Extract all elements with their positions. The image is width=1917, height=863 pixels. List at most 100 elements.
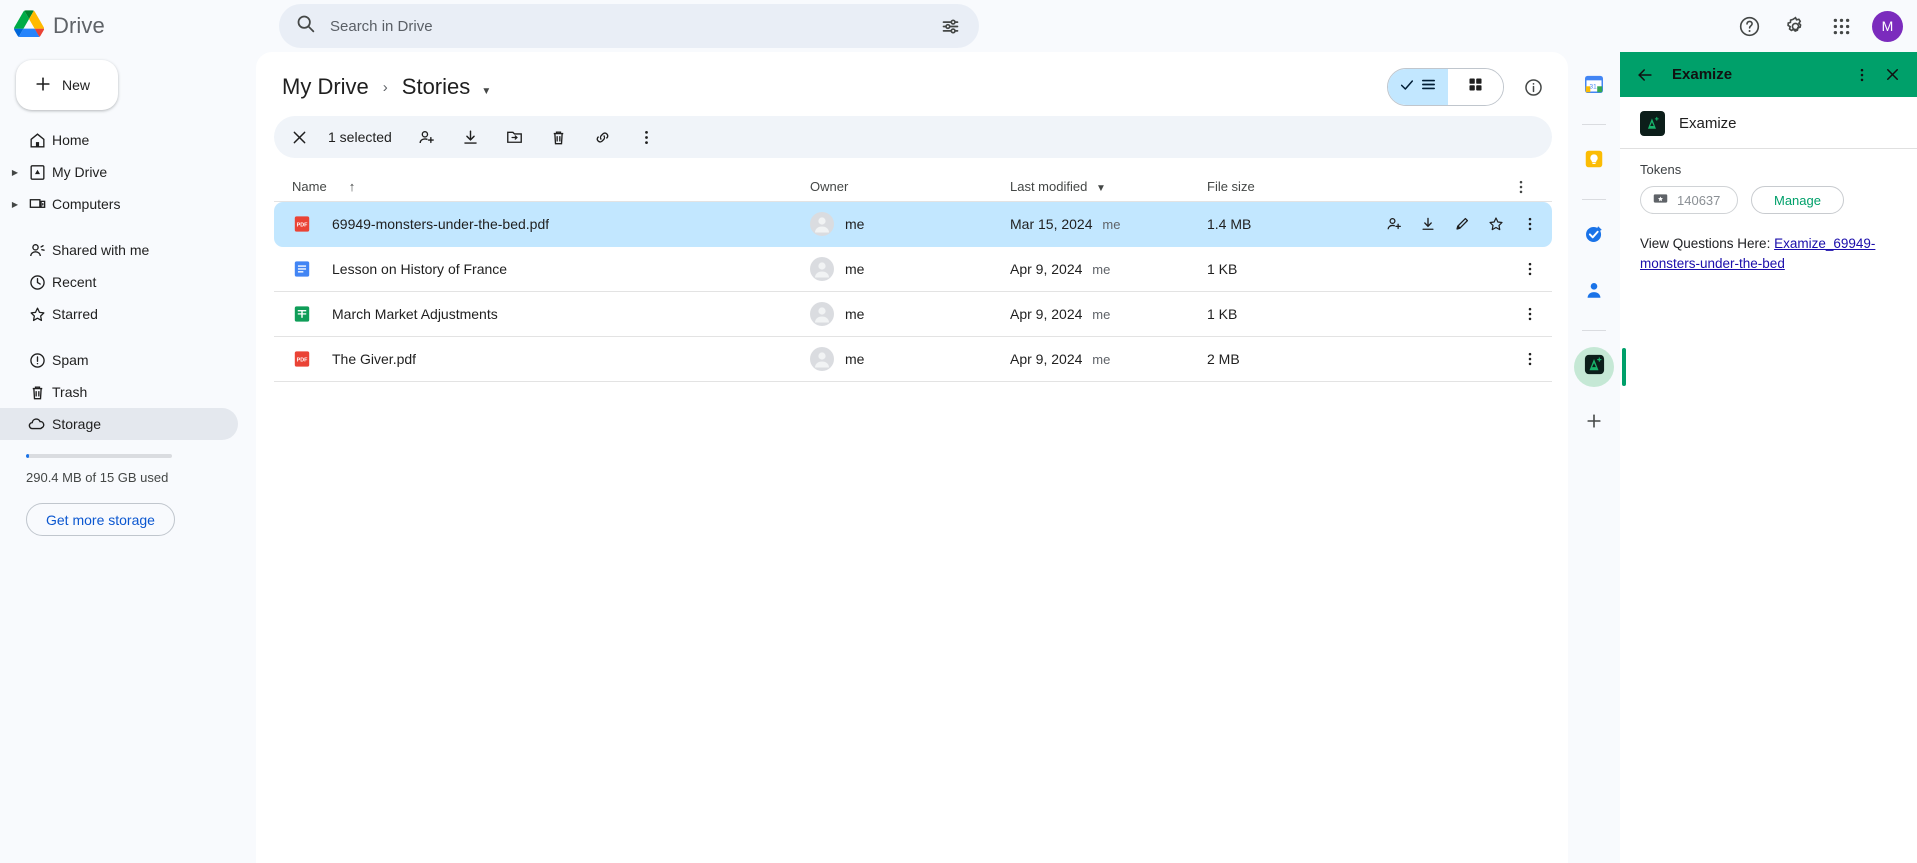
move-to-folder-button[interactable]: [496, 118, 534, 156]
file-table: Name ↑ Owner Last modified ▼ File size P…: [274, 172, 1552, 863]
rail-divider: [1582, 330, 1606, 331]
table-row[interactable]: PDF The Giver.pdf me Apr 9, 2024 me 2 MB: [274, 337, 1552, 382]
panel-close-button[interactable]: [1877, 60, 1907, 90]
column-header-name-label: Name: [292, 179, 327, 194]
app-body: New Home ▶ My Drive ▶ Computers Shared w…: [0, 52, 1917, 863]
sidebar-item-shared-with-me[interactable]: Shared with me: [0, 234, 238, 266]
search-input[interactable]: [328, 16, 919, 36]
plus-icon: [1584, 411, 1604, 436]
grid-view-button[interactable]: [1448, 69, 1503, 105]
row-share-button[interactable]: [1378, 208, 1410, 240]
expand-caret-icon[interactable]: ▶: [8, 200, 22, 209]
delete-button[interactable]: [540, 118, 578, 156]
column-header-last-modified[interactable]: Last modified ▼: [1010, 179, 1207, 194]
file-size-cell: 1 KB: [1207, 306, 1238, 322]
expand-caret-icon[interactable]: ▶: [8, 168, 22, 177]
file-modified-date: Apr 9, 2024: [1010, 261, 1083, 277]
search-options-icon[interactable]: [931, 7, 969, 45]
nav-gap: [0, 330, 238, 344]
sidebar-item-label: Shared with me: [52, 242, 150, 258]
apps-grid-icon[interactable]: [1822, 7, 1860, 45]
share-button[interactable]: [408, 118, 446, 156]
drive-app: Drive Search in Drive M New Home ▶ My Dr…: [0, 0, 1917, 863]
new-button[interactable]: New: [16, 60, 118, 110]
manage-tokens-button[interactable]: Manage: [1751, 186, 1844, 214]
get-link-button[interactable]: [584, 118, 622, 156]
panel-title: Examize: [1672, 66, 1733, 83]
table-header-row: Name ↑ Owner Last modified ▼ File size: [274, 172, 1552, 202]
sidebar-item-computers[interactable]: ▶ Computers: [0, 188, 238, 220]
breadcrumb-current-folder[interactable]: Stories ▼: [394, 70, 500, 104]
file-owner-label: me: [845, 261, 865, 277]
row-more-button[interactable]: [1514, 253, 1546, 285]
column-header-file-size[interactable]: File size: [1207, 179, 1377, 194]
file-modified-cell: Mar 15, 2024 me: [1010, 216, 1207, 232]
brand-title: Drive: [53, 13, 105, 38]
search-bar[interactable]: [279, 4, 979, 48]
file-modified-by: me: [1102, 217, 1121, 232]
file-name-cell: Lesson on History of France: [274, 259, 810, 279]
sidebar-item-home[interactable]: Home: [0, 124, 238, 156]
rail-divider: [1582, 124, 1606, 125]
row-more-button[interactable]: [1514, 343, 1546, 375]
sidebar-item-starred[interactable]: Starred: [0, 298, 238, 330]
sidebar-item-trash[interactable]: Trash: [0, 376, 238, 408]
file-modified-cell: Apr 9, 2024 me: [1010, 306, 1207, 322]
info-circle-icon[interactable]: [1514, 68, 1552, 106]
sidebar-nav: Home ▶ My Drive ▶ Computers Shared with …: [0, 124, 256, 440]
pdf-file-icon: PDF: [292, 214, 312, 234]
table-row[interactable]: March Market Adjustments me Apr 9, 2024 …: [274, 292, 1552, 337]
row-action-group: [1378, 208, 1546, 240]
row-edit-button[interactable]: [1446, 208, 1478, 240]
breadcrumb-my-drive[interactable]: My Drive: [274, 70, 377, 104]
contacts-addon-button[interactable]: [1574, 272, 1614, 312]
sidebar-item-my-drive[interactable]: ▶ My Drive: [0, 156, 238, 188]
tasks-addon-button[interactable]: [1574, 216, 1614, 256]
row-download-button[interactable]: [1412, 208, 1444, 240]
column-header-owner[interactable]: Owner: [810, 179, 1010, 194]
table-row[interactable]: Lesson on History of France me Apr 9, 20…: [274, 247, 1552, 292]
row-more-button[interactable]: [1514, 208, 1546, 240]
get-more-storage-button[interactable]: Get more storage: [26, 503, 175, 536]
row-star-button[interactable]: [1480, 208, 1512, 240]
arrow-left-icon[interactable]: [1630, 60, 1660, 90]
gear-icon[interactable]: [1776, 7, 1814, 45]
sidebar-item-recent[interactable]: Recent: [0, 266, 238, 298]
download-button[interactable]: [452, 118, 490, 156]
file-size-cell: 1 KB: [1207, 261, 1238, 277]
sidebar-item-spam[interactable]: Spam: [0, 344, 238, 376]
sidebar: New Home ▶ My Drive ▶ Computers Shared w…: [0, 52, 256, 863]
file-name-cell: PDF 69949-monsters-under-the-bed.pdf: [274, 214, 810, 234]
avatar: [810, 257, 834, 281]
file-name-cell: PDF The Giver.pdf: [274, 349, 810, 369]
row-actions-cell: [1377, 298, 1552, 330]
table-options-button[interactable]: [1502, 172, 1540, 206]
file-name-label: The Giver.pdf: [332, 351, 417, 367]
help-circle-icon[interactable]: [1730, 7, 1768, 45]
selection-count-label: 1 selected: [328, 129, 392, 145]
pdf-file-icon: PDF: [292, 349, 312, 369]
list-view-button[interactable]: [1388, 69, 1448, 105]
close-icon[interactable]: [280, 118, 318, 156]
file-size-cell: 1.4 MB: [1207, 216, 1252, 232]
token-count-label: 140637: [1677, 192, 1721, 208]
brand[interactable]: Drive: [14, 10, 254, 42]
calendar-addon-button[interactable]: 31: [1574, 66, 1614, 106]
file-size-cell: 2 MB: [1207, 351, 1240, 367]
sidebar-item-storage[interactable]: Storage: [0, 408, 238, 440]
column-header-name[interactable]: Name ↑: [274, 179, 810, 194]
avatar[interactable]: M: [1872, 10, 1903, 42]
examize-addon-button[interactable]: [1574, 347, 1626, 387]
file-modified-by: me: [1092, 262, 1111, 277]
more-actions-button[interactable]: [628, 118, 666, 156]
file-modified-cell: Apr 9, 2024 me: [1010, 261, 1207, 277]
top-bar: Drive Search in Drive M: [0, 0, 1917, 52]
panel-more-button[interactable]: [1847, 60, 1877, 90]
column-header-modified-label: Last modified: [1010, 179, 1088, 194]
keep-addon-button[interactable]: [1574, 141, 1614, 181]
table-row[interactable]: PDF 69949-monsters-under-the-bed.pdf me: [274, 202, 1552, 247]
row-more-button[interactable]: [1514, 298, 1546, 330]
file-name-label: March Market Adjustments: [332, 306, 498, 322]
shared-people-icon: [22, 241, 52, 260]
add-addon-button[interactable]: [1574, 403, 1614, 443]
